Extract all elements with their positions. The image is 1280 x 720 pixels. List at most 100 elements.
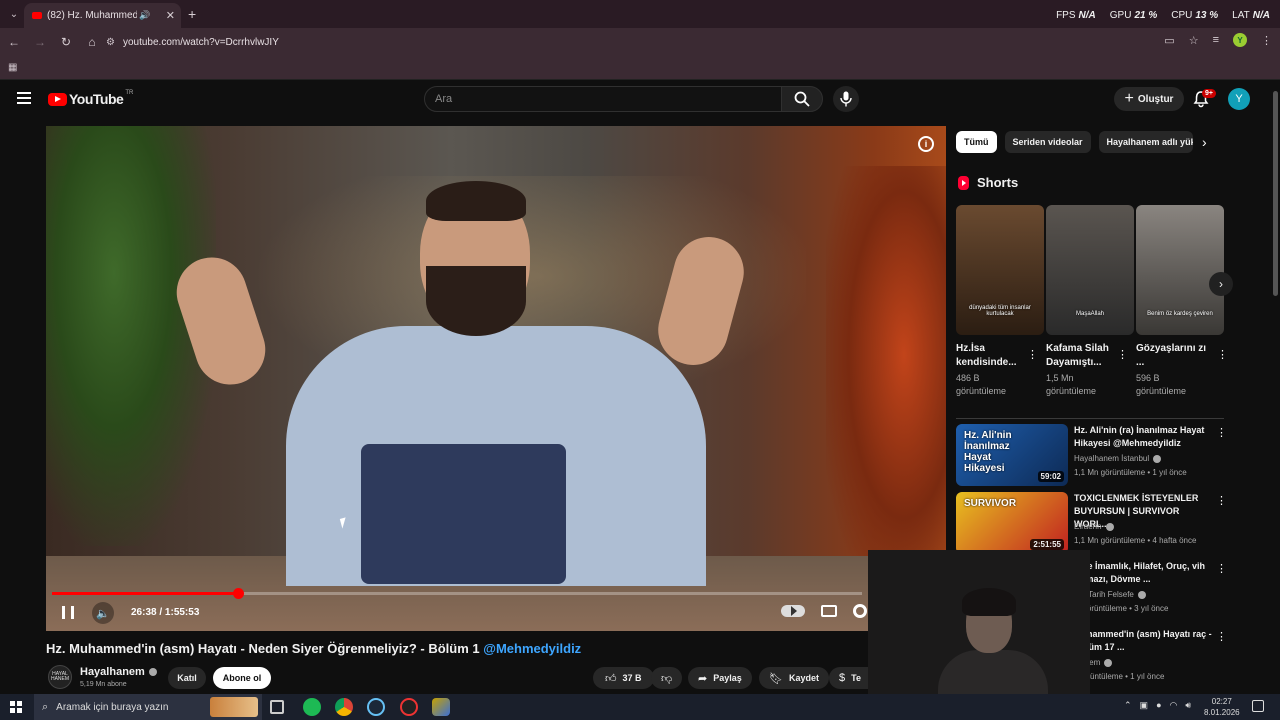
more-options-icon[interactable]: ⋮ xyxy=(1117,348,1128,361)
recommended-channel-name[interactable]: Elraenn xyxy=(1074,522,1114,531)
short-card[interactable]: MaşaAllah Kafama Silah Dayamıştı... 1,5 Mn… xyxy=(1046,205,1134,398)
more-options-icon[interactable]: ⋮ xyxy=(1216,494,1227,507)
taskbar-search-input[interactable]: ⌕ Aramak için buraya yazın xyxy=(34,694,262,720)
new-tab-button[interactable]: + xyxy=(188,6,196,22)
channel-avatar[interactable]: HAYAL HANEM xyxy=(48,665,72,689)
more-options-icon[interactable]: ⋮ xyxy=(1216,562,1227,575)
settings-gear-icon[interactable]: HD xyxy=(853,603,879,618)
recommended-video-title[interactable]: n Ve İmamlık, Hilafet, Oruç, vih Namazı,… xyxy=(1074,560,1212,586)
browser-tab[interactable]: (82) Hz. Muhammed'in (asm 🔊 ✕ xyxy=(24,3,181,28)
recommended-video-title[interactable]: Muhammed'in (asm) Hayatı raç - Bölüm 17 … xyxy=(1074,628,1212,654)
browser-toolbar: ← → ↻ ⌂ ⚙ youtube.com/watch?v=DcrrhvlwJI… xyxy=(0,28,1280,56)
time-display: 26:38 / 1:55:53 xyxy=(131,607,199,618)
short-title[interactable]: Kafama Silah Dayamıştı... xyxy=(1046,342,1118,370)
speaker-tray-icon[interactable]: 🔊︎ xyxy=(1185,700,1191,711)
join-button[interactable]: Katıl xyxy=(168,667,206,689)
save-button[interactable]: 🔖︎ Kaydet xyxy=(759,667,829,689)
wifi-icon[interactable]: ◠ xyxy=(1170,700,1178,711)
video-frame-presenter-hair xyxy=(426,181,526,221)
apps-grid-icon[interactable]: ▦ xyxy=(8,62,17,73)
video-progress-bar[interactable] xyxy=(52,588,862,599)
short-thumbnail[interactable]: MaşaAllah xyxy=(1046,205,1134,335)
taskbar-clock[interactable]: 02:27 8.01.2026 xyxy=(1204,696,1240,718)
more-options-icon[interactable]: ⋮ xyxy=(1027,348,1038,361)
recommended-channel-name[interactable]: Hayalhanem İstanbul xyxy=(1074,454,1162,463)
reading-list-icon[interactable]: ≡ xyxy=(1213,34,1219,46)
search-button[interactable] xyxy=(781,86,823,112)
search-input[interactable]: Ara xyxy=(424,86,782,112)
video-player[interactable]: i 🔈 26:38 / 1:55:53 HD xyxy=(46,126,946,631)
subtitles-icon[interactable] xyxy=(821,605,837,617)
title-mention-link[interactable]: @Mehmedyildiz xyxy=(483,641,581,656)
thumbnail-text: SURVIVOR xyxy=(964,498,1017,509)
video-info-icon[interactable]: i xyxy=(918,136,934,152)
audio-playing-icon[interactable]: 🔊 xyxy=(139,10,150,21)
chips-next-arrow-icon[interactable]: › xyxy=(1202,134,1207,150)
browser-tab-bar: ⌄ (82) Hz. Muhammed'in (asm 🔊 ✕ + FPSN/A… xyxy=(0,0,1280,28)
recommended-video[interactable]: SURVIVOR 2:51:55 TOXICLENMEK İSTEYENLER BU… xyxy=(956,492,1227,554)
video-thumbnail[interactable]: SURVIVOR 2:51:55 xyxy=(956,492,1068,554)
video-duration: 1:55:53 xyxy=(164,607,200,618)
windows-start-icon[interactable] xyxy=(10,701,22,713)
short-thumbnail[interactable]: Benim öz kardeş çeviren xyxy=(1136,205,1224,335)
save-label: Kaydet xyxy=(788,673,819,683)
create-button[interactable]: + Oluştur xyxy=(1114,87,1184,111)
volume-icon[interactable]: 🔈 xyxy=(92,602,114,624)
voice-search-button[interactable] xyxy=(833,86,859,112)
chrome-icon[interactable] xyxy=(335,698,353,716)
more-options-icon[interactable]: ⋮ xyxy=(1217,348,1228,361)
forward-icon[interactable]: → xyxy=(28,35,52,49)
short-title[interactable]: Hz.İsa kendisinde... xyxy=(956,342,1028,370)
subscribe-button[interactable]: Abone ol xyxy=(213,667,271,689)
youtube-logo[interactable]: YouTube TR xyxy=(48,90,133,107)
filter-chip[interactable]: Seriden videolar xyxy=(1004,131,1091,153)
obs-icon[interactable] xyxy=(400,698,418,716)
video-thumbnail[interactable]: Hz. Ali'nin İnanılmaz Hayat Hikayesi 59:0… xyxy=(956,424,1068,486)
recommended-video-title[interactable]: Hz. Ali'nin (ra) İnanılmaz Hayat Hikayes… xyxy=(1074,424,1212,450)
address-bar[interactable]: ⚙ youtube.com/watch?v=DcrrhvlwJIY xyxy=(106,32,1206,52)
short-thumbnail-caption: dünyadaki tüm insanlar kurtulacak xyxy=(969,305,1031,317)
short-card[interactable]: dünyadaki tüm insanlar kurtulacak Hz.İsa … xyxy=(956,205,1044,398)
network-icon[interactable]: ▣ xyxy=(1140,700,1149,711)
notification-center-icon[interactable] xyxy=(1252,700,1264,712)
shorts-next-arrow-icon[interactable]: › xyxy=(1209,272,1233,296)
page-scrollbar[interactable] xyxy=(1270,81,1280,701)
reload-icon[interactable]: ↻ xyxy=(54,35,78,49)
profile-avatar[interactable]: Y xyxy=(1233,33,1247,47)
browser-menu-icon[interactable]: ⋮ xyxy=(1261,34,1272,47)
close-tab-icon[interactable]: ✕ xyxy=(166,9,175,22)
short-card[interactable]: Benim öz kardeş çeviren Gözyaşlarını zı .… xyxy=(1136,205,1228,398)
account-avatar[interactable]: Y xyxy=(1228,88,1250,110)
verified-check-icon xyxy=(1153,454,1162,463)
scrollbar-thumb[interactable] xyxy=(1273,91,1278,296)
cast-icon[interactable]: ▭ xyxy=(1164,34,1174,47)
short-thumbnail[interactable]: dünyadaki tüm insanlar kurtulacak xyxy=(956,205,1044,335)
like-button[interactable]: 👍︎ 37 B xyxy=(593,667,654,689)
dislike-button[interactable]: 👎︎ xyxy=(651,667,683,689)
autoplay-toggle[interactable] xyxy=(781,605,805,617)
tab-search-button[interactable]: ⌄ xyxy=(5,5,23,23)
short-view-count: 486 B görüntüleme xyxy=(956,373,1007,396)
site-info-icon[interactable]: ⚙ xyxy=(106,37,115,48)
bookmark-star-icon[interactable]: ☆ xyxy=(1189,34,1199,47)
home-icon[interactable]: ⌂ xyxy=(80,35,104,49)
hud-metric: CPU 13 % xyxy=(1171,10,1218,21)
spotify-icon[interactable] xyxy=(303,698,321,716)
app-icon[interactable] xyxy=(432,698,450,716)
recommended-video[interactable]: Hz. Ali'nin İnanılmaz Hayat Hikayesi 59:0… xyxy=(956,424,1227,486)
more-options-icon[interactable]: ⋮ xyxy=(1216,426,1227,439)
tray-chevron-icon[interactable]: ⌃ xyxy=(1124,700,1132,711)
back-icon[interactable]: ← xyxy=(2,35,26,49)
channel-name[interactable]: Hayalhanem xyxy=(80,666,157,678)
task-view-icon[interactable] xyxy=(270,700,284,714)
more-options-icon[interactable]: ⋮ xyxy=(1216,630,1227,643)
thanks-button[interactable]: $ Te xyxy=(829,667,869,689)
mic-tray-icon[interactable]: ● xyxy=(1156,700,1161,711)
filter-chip[interactable]: Hayalhanem adlı yük xyxy=(1098,131,1193,153)
steam-icon[interactable] xyxy=(367,698,385,716)
filter-chip[interactable]: Tümü xyxy=(956,131,997,153)
menu-hamburger-icon[interactable] xyxy=(17,92,31,104)
pause-icon[interactable] xyxy=(62,606,74,619)
share-button[interactable]: ➦ Paylaş xyxy=(688,667,752,689)
short-title[interactable]: Gözyaşlarını zı ... xyxy=(1136,342,1208,370)
